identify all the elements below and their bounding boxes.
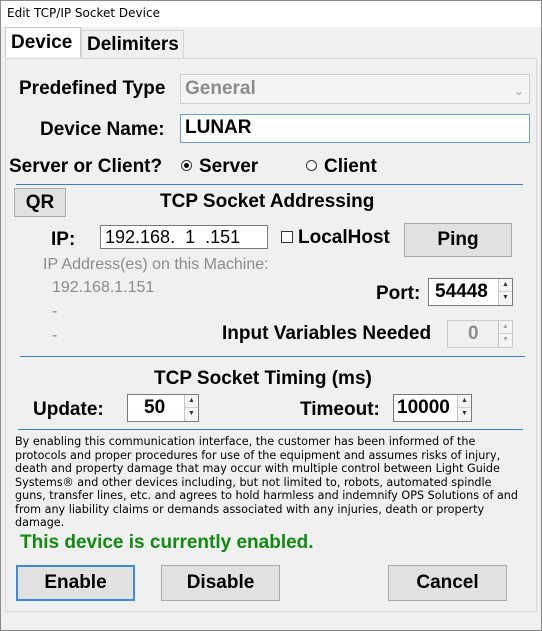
edit-device-dialog: Edit TCP/IP Socket Device Device Delimit… bbox=[0, 0, 542, 631]
spin-up-icon[interactable]: ▲ bbox=[499, 321, 512, 334]
section-divider bbox=[16, 184, 523, 185]
cancel-button[interactable]: Cancel bbox=[388, 565, 507, 601]
device-name-label: Device Name: bbox=[40, 119, 165, 140]
spin-down-icon[interactable]: ▼ bbox=[458, 408, 471, 421]
addressing-heading: TCP Socket Addressing bbox=[160, 191, 375, 212]
spin-up-icon[interactable]: ▲ bbox=[185, 395, 198, 408]
machine-ip-item: - bbox=[52, 327, 58, 344]
ip-label: IP: bbox=[51, 229, 76, 250]
client-radio[interactable] bbox=[306, 160, 317, 171]
liability-disclaimer: By enabling this communication interface… bbox=[15, 435, 518, 529]
port-stepper[interactable]: 54448 ▲ ▼ bbox=[428, 278, 513, 306]
qr-button[interactable]: QR bbox=[14, 188, 66, 217]
input-variables-spinner[interactable]: ▲ ▼ bbox=[498, 321, 512, 347]
server-radio-label[interactable]: Server bbox=[199, 156, 258, 178]
section-divider bbox=[18, 429, 523, 430]
port-spinner[interactable]: ▲ ▼ bbox=[498, 279, 512, 305]
spin-up-icon[interactable]: ▲ bbox=[458, 395, 471, 408]
port-value: 54448 bbox=[435, 281, 488, 302]
window-title: Edit TCP/IP Socket Device bbox=[7, 6, 160, 20]
localhost-label[interactable]: LocalHost bbox=[298, 227, 390, 249]
machine-ip-item: - bbox=[52, 303, 58, 320]
spin-down-icon[interactable]: ▼ bbox=[499, 334, 512, 347]
ip-address-field[interactable]: 192.168. 1 .151 bbox=[100, 225, 268, 249]
device-status-message: This device is currently enabled. bbox=[20, 532, 314, 553]
predefined-type-select[interactable]: General ⌄ bbox=[180, 74, 530, 104]
tab-delimiters[interactable]: Delimiters bbox=[81, 30, 184, 59]
chevron-down-icon: ⌄ bbox=[513, 84, 524, 98]
device-name-field[interactable]: LUNAR bbox=[180, 114, 530, 143]
update-value: 50 bbox=[144, 397, 166, 418]
update-spinner[interactable]: ▲ ▼ bbox=[184, 395, 198, 421]
timeout-label: Timeout: bbox=[300, 399, 380, 420]
tab-device[interactable]: Device bbox=[5, 27, 81, 57]
spin-down-icon[interactable]: ▼ bbox=[499, 292, 512, 305]
update-stepper[interactable]: 50 ▲ ▼ bbox=[127, 394, 199, 422]
spin-down-icon[interactable]: ▼ bbox=[185, 408, 198, 421]
server-radio[interactable] bbox=[181, 160, 192, 171]
update-label: Update: bbox=[33, 399, 104, 420]
disable-button[interactable]: Disable bbox=[161, 565, 280, 601]
enable-button[interactable]: Enable bbox=[16, 565, 135, 601]
predefined-type-label: Predefined Type bbox=[19, 78, 166, 99]
section-divider bbox=[20, 356, 525, 357]
device-tab-panel: Predefined Type General ⌄ Device Name: L… bbox=[5, 58, 537, 612]
spin-up-icon[interactable]: ▲ bbox=[499, 279, 512, 292]
mode-label: Server or Client? bbox=[9, 156, 163, 177]
machine-ips-label: IP Address(es) on this Machine: bbox=[43, 256, 269, 273]
predefined-type-value: General bbox=[185, 78, 256, 99]
localhost-checkbox[interactable] bbox=[281, 231, 293, 243]
timeout-stepper[interactable]: 10000 ▲ ▼ bbox=[393, 394, 472, 422]
client-radio-label[interactable]: Client bbox=[324, 156, 377, 178]
timing-heading: TCP Socket Timing (ms) bbox=[154, 368, 372, 389]
timeout-spinner[interactable]: ▲ ▼ bbox=[457, 395, 471, 421]
input-variables-stepper[interactable]: 0 ▲ ▼ bbox=[447, 320, 513, 348]
input-variables-value: 0 bbox=[468, 323, 479, 344]
title-bar: Edit TCP/IP Socket Device bbox=[1, 1, 541, 27]
machine-ip-item: 192.168.1.151 bbox=[52, 279, 155, 296]
ping-button[interactable]: Ping bbox=[404, 223, 512, 257]
timeout-value: 10000 bbox=[397, 397, 450, 418]
input-variables-label: Input Variables Needed bbox=[222, 323, 432, 344]
port-label: Port: bbox=[376, 283, 421, 304]
